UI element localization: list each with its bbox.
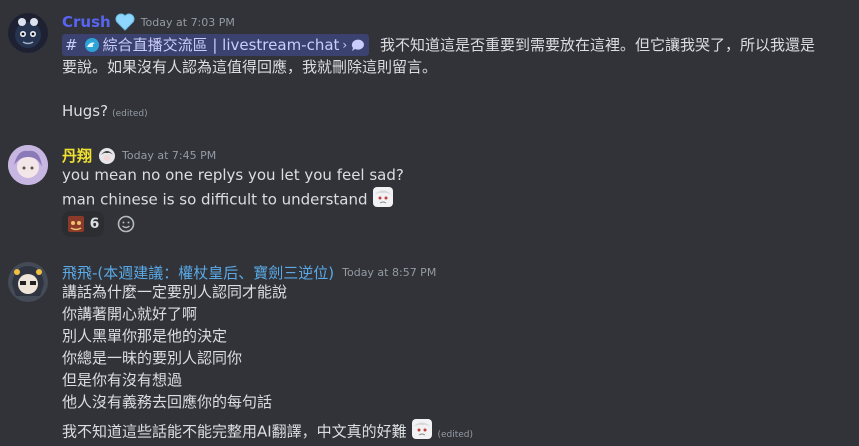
message-line: Hugs? (edited): [62, 100, 148, 125]
crying-sticker-icon: [411, 418, 433, 446]
timestamp: Today at 7:45 PM: [122, 149, 217, 162]
message-line: man chinese is so difficult to understan…: [62, 186, 394, 214]
avatar[interactable]: [8, 262, 48, 302]
avatar[interactable]: [8, 145, 48, 185]
message-line: you mean no one replys you let you feel …: [62, 166, 404, 184]
reaction-pill[interactable]: 6: [62, 211, 104, 237]
message-line: 講話為什麼一定要別人認同才能說: [62, 283, 288, 301]
reaction-emoji-icon: [67, 215, 85, 233]
message-line: 要說。如果沒有人認為這值得回應，我就刪除這則留言。: [62, 58, 438, 76]
message-header: 飛飛-(本週建議：權杖皇后、寶劍三逆位) Today at 8:57 PM: [62, 262, 436, 283]
message-text: Hugs?: [62, 102, 109, 120]
message-text: 我不知道這些話能不能完整用AI翻譯，中文真的好難: [62, 422, 407, 441]
chevron-right-icon: ›: [342, 38, 348, 52]
timestamp: Today at 7:03 PM: [140, 15, 235, 29]
add-reaction-button[interactable]: [112, 211, 140, 237]
message-header: 丹翔 Today at 7:45 PM: [62, 145, 216, 166]
username[interactable]: 丹翔: [62, 145, 92, 166]
message-line: 你總是一昧的要別人認同你: [62, 349, 243, 367]
message-line: # 綜合直播交流區 | livestream-chat › 我不知道這是否重要到…: [62, 34, 815, 56]
message-line: 我不知道這些話能不能完整用AI翻譯，中文真的好難 (edited): [62, 418, 473, 446]
message-text: man chinese is so difficult to understan…: [62, 190, 368, 209]
username[interactable]: Crush: [62, 13, 111, 31]
avatar[interactable]: [8, 13, 48, 53]
message-line: 你講著開心就好了啊: [62, 305, 198, 323]
reaction-count: 6: [89, 216, 100, 232]
message-line: 別人黑單你那是他的決定: [62, 327, 228, 345]
message-text: 我不知道這是否重要到需要放在這裡。但它讓我哭了，所以我還是: [380, 36, 816, 54]
thread-bubble-icon: [350, 37, 366, 53]
heart-badge-icon: [115, 13, 135, 31]
channel-mention[interactable]: # 綜合直播交流區 | livestream-chat ›: [62, 34, 370, 56]
username[interactable]: 飛飛-(本週建議：權杖皇后、寶劍三逆位): [62, 262, 334, 283]
channel-name: 綜合直播交流區 | livestream-chat: [102, 36, 340, 54]
message-line: 他人沒有義務去回應你的每句話: [62, 393, 273, 411]
channel-wave-icon: [84, 37, 100, 53]
edited-label: (edited): [437, 429, 474, 440]
timestamp: Today at 8:57 PM: [342, 266, 437, 279]
message-header: Crush Today at 7:03 PM: [62, 13, 235, 31]
crying-sticker-icon: [372, 186, 394, 214]
edited-label: (edited): [112, 109, 148, 119]
hash-icon: #: [65, 36, 78, 54]
add-reaction-icon: [117, 215, 135, 233]
role-badge-icon: [98, 147, 116, 165]
message-line: 但是你有沒有想過: [62, 371, 183, 389]
